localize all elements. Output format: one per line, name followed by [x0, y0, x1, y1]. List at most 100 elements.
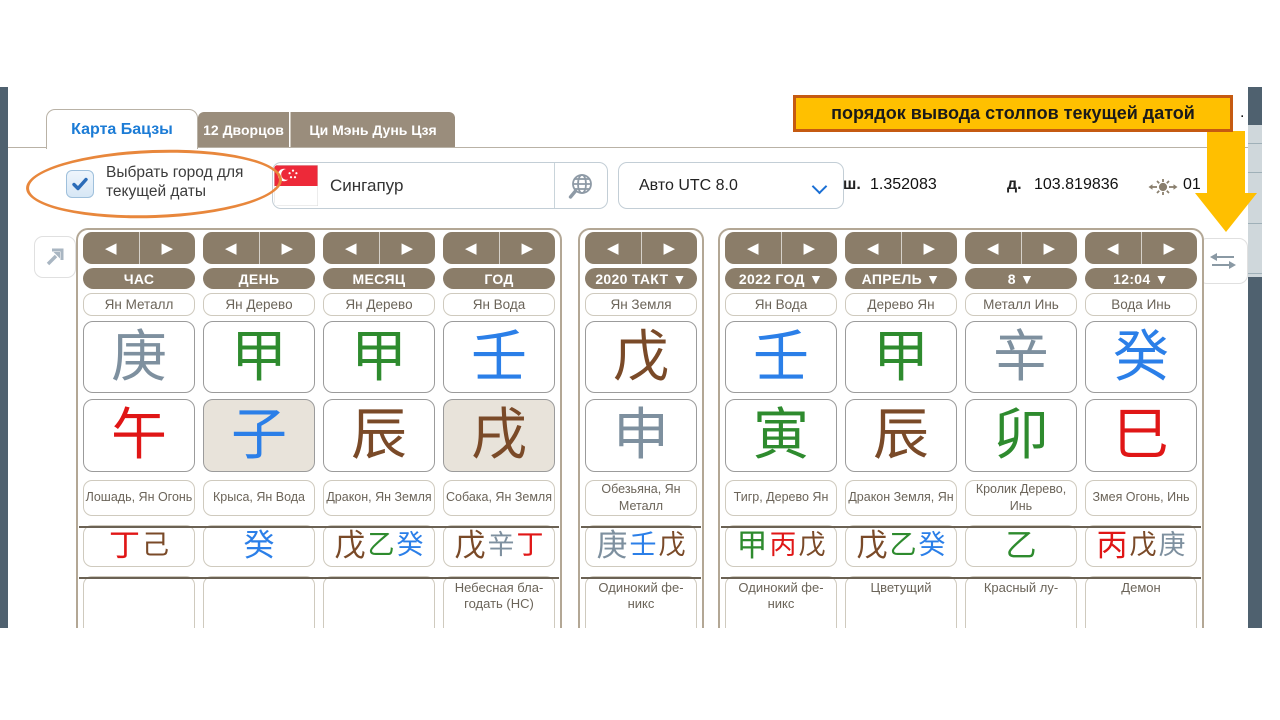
- heavenly-stem-cell[interactable]: 甲: [203, 321, 315, 394]
- heavenly-stem-cell[interactable]: 戊: [585, 321, 697, 394]
- heavenly-stem-cell[interactable]: 癸: [1085, 321, 1197, 394]
- heavenly-stem-cell[interactable]: 甲: [323, 321, 435, 394]
- branch-animal-label: Кролик Дерево, Инь: [965, 480, 1077, 516]
- earthly-branch-cell[interactable]: 辰: [845, 399, 957, 472]
- pillar-header-dropdown[interactable]: 8 ▼: [965, 268, 1077, 289]
- pillar-header[interactable]: ДЕНЬ: [203, 268, 315, 289]
- globe-search-icon: [566, 171, 596, 201]
- hidden-stem: 戊: [335, 530, 366, 561]
- prev-pillar-button[interactable]: ◀: [1085, 232, 1141, 264]
- tab-qi-men-dun-jia[interactable]: Ци Мэнь Дунь Цзя: [290, 112, 455, 147]
- prev-pillar-button[interactable]: ◀: [965, 232, 1021, 264]
- earthly-branch-cell[interactable]: 戌: [443, 399, 555, 472]
- hidden-stem: 丁: [109, 530, 140, 561]
- expand-chart-button[interactable]: [34, 236, 76, 278]
- earthly-branch-cell[interactable]: 午: [83, 399, 195, 472]
- pillar-column-takt: ◀ ▶ 2020 ТАКТ ▼ Ян Земля 戊 申 Обезьяна, Я…: [585, 232, 697, 628]
- pillar-column-current-year: ◀ ▶ 2022 ГОД ▼ Ян Вода 壬 寅 Тигр, Дерево …: [725, 232, 837, 628]
- earthly-branch-cell[interactable]: 子: [203, 399, 315, 472]
- pillar-group-takt: ◀ ▶ 2020 ТАКТ ▼ Ян Земля 戊 申 Обезьяна, Я…: [578, 228, 704, 628]
- branch-animal-label: Дракон Земля, Ян: [845, 480, 957, 516]
- swap-direction-button[interactable]: [1198, 238, 1248, 284]
- hidden-stems-cell[interactable]: 戊 乙 癸: [845, 525, 957, 568]
- heavenly-stem-cell[interactable]: 壬: [443, 321, 555, 394]
- pillar-element-label: Металл Инь: [965, 293, 1077, 315]
- pillar-nav: ◀ ▶: [323, 232, 435, 264]
- earthly-branch-cell[interactable]: 辰: [323, 399, 435, 472]
- next-pillar-button[interactable]: ▶: [901, 232, 958, 264]
- next-pillar-button[interactable]: ▶: [641, 232, 698, 264]
- pillar-element-label: Ян Дерево: [323, 293, 435, 315]
- heavenly-stem-cell[interactable]: 壬: [725, 321, 837, 394]
- annotation-down-arrow-icon: [1195, 131, 1257, 232]
- next-pillar-button[interactable]: ▶: [379, 232, 436, 264]
- prev-pillar-button[interactable]: ◀: [585, 232, 641, 264]
- pillar-element-label: Ян Вода: [443, 293, 555, 315]
- earthly-branch-cell[interactable]: 申: [585, 399, 697, 472]
- hidden-stems-cell[interactable]: 戊 乙 癸: [323, 525, 435, 568]
- longitude-label: д.: [1007, 176, 1022, 194]
- prev-pillar-button[interactable]: ◀: [323, 232, 379, 264]
- pillar-header[interactable]: ГОД: [443, 268, 555, 289]
- pillar-header-dropdown[interactable]: АПРЕЛЬ ▼: [845, 268, 957, 289]
- heavenly-stem-cell[interactable]: 甲: [845, 321, 957, 394]
- prev-pillar-button[interactable]: ◀: [443, 232, 499, 264]
- prev-pillar-button[interactable]: ◀: [845, 232, 901, 264]
- tab-12-palaces[interactable]: 12 Дворцов: [198, 112, 289, 147]
- hidden-stem: 丙: [770, 532, 797, 559]
- pillar-element-label: Ян Дерево: [203, 293, 315, 315]
- edge-segment: [1248, 277, 1262, 628]
- pillar-element-label: Вода Инь: [1085, 293, 1197, 315]
- latitude-value: 1.352083: [870, 176, 937, 194]
- pillar-header-dropdown[interactable]: 12:04 ▼: [1085, 268, 1197, 289]
- pillar-column-year: ◀ ▶ ГОД Ян Вода 壬 戌 Собака, Ян Земля 戊 辛…: [443, 232, 555, 628]
- next-pillar-button[interactable]: ▶: [259, 232, 316, 264]
- pillar-nav: ◀ ▶: [725, 232, 837, 264]
- city-input[interactable]: [318, 175, 554, 197]
- next-pillar-button[interactable]: ▶: [1141, 232, 1198, 264]
- hidden-stem: 辛: [488, 532, 515, 559]
- hidden-stems-cell[interactable]: 乙: [965, 525, 1077, 568]
- next-pillar-button[interactable]: ▶: [139, 232, 196, 264]
- next-pillar-button[interactable]: ▶: [499, 232, 556, 264]
- hidden-stem: 乙: [1006, 530, 1037, 561]
- hidden-stems-cell[interactable]: 丁 己: [83, 525, 195, 568]
- hidden-stem: 乙: [368, 532, 395, 559]
- prev-pillar-button[interactable]: ◀: [203, 232, 259, 264]
- pillar-group-natal: ◀ ▶ ЧАС Ян Металл 庚 午 Лошадь, Ян Огонь 丁…: [76, 228, 562, 628]
- branch-animal-label: Лошадь, Ян Огонь: [83, 480, 195, 516]
- hidden-stems-cell[interactable]: 庚 壬 戊: [585, 525, 697, 568]
- next-pillar-button[interactable]: ▶: [1021, 232, 1078, 264]
- next-pillar-button[interactable]: ▶: [781, 232, 838, 264]
- pillar-note: Красный лу-: [965, 576, 1077, 628]
- pillar-header[interactable]: ЧАС: [83, 268, 195, 289]
- hidden-stems-cell[interactable]: 癸: [203, 525, 315, 568]
- group-divider: [721, 577, 1201, 579]
- pillar-group-current-date: ◀ ▶ 2022 ГОД ▼ Ян Вода 壬 寅 Тигр, Дерево …: [718, 228, 1204, 628]
- hidden-stem: 癸: [244, 530, 275, 561]
- pillar-note: Одинокий фе-никс: [725, 576, 837, 628]
- pillar-header[interactable]: МЕСЯЦ: [323, 268, 435, 289]
- prev-pillar-button[interactable]: ◀: [83, 232, 139, 264]
- sun-time-icon: [1147, 172, 1179, 202]
- earthly-branch-cell[interactable]: 卯: [965, 399, 1077, 472]
- timezone-select[interactable]: Авто UTC 8.0: [618, 162, 844, 209]
- pillar-element-label: Дерево Ян: [845, 293, 957, 315]
- pillar-header-dropdown[interactable]: 2020 ТАКТ ▼: [585, 268, 697, 289]
- earthly-branch-cell[interactable]: 寅: [725, 399, 837, 472]
- city-search-button[interactable]: [554, 163, 607, 208]
- heavenly-stem-cell[interactable]: 庚: [83, 321, 195, 394]
- hidden-stems-cell[interactable]: 甲 丙 戊: [725, 525, 837, 568]
- annotation-callout: порядок вывода столпов текущей датой: [793, 95, 1233, 132]
- earthly-branch-cell[interactable]: 巳: [1085, 399, 1197, 472]
- hidden-stem: 戊: [1130, 532, 1157, 559]
- pillar-note: Одинокий фе-никс: [585, 576, 697, 628]
- tab-bazi-chart[interactable]: Карта Бацзы: [46, 109, 198, 149]
- hidden-stems-cell[interactable]: 丙 戊 庚: [1085, 525, 1197, 568]
- hidden-stems-cell[interactable]: 戊 辛 丁: [443, 525, 555, 568]
- pillar-header-dropdown[interactable]: 2022 ГОД ▼: [725, 268, 837, 289]
- prev-pillar-button[interactable]: ◀: [725, 232, 781, 264]
- pillar-nav: ◀ ▶: [203, 232, 315, 264]
- heavenly-stem-cell[interactable]: 辛: [965, 321, 1077, 394]
- pillar-column-current-month: ◀ ▶ АПРЕЛЬ ▼ Дерево Ян 甲 辰 Дракон Земля,…: [845, 232, 957, 628]
